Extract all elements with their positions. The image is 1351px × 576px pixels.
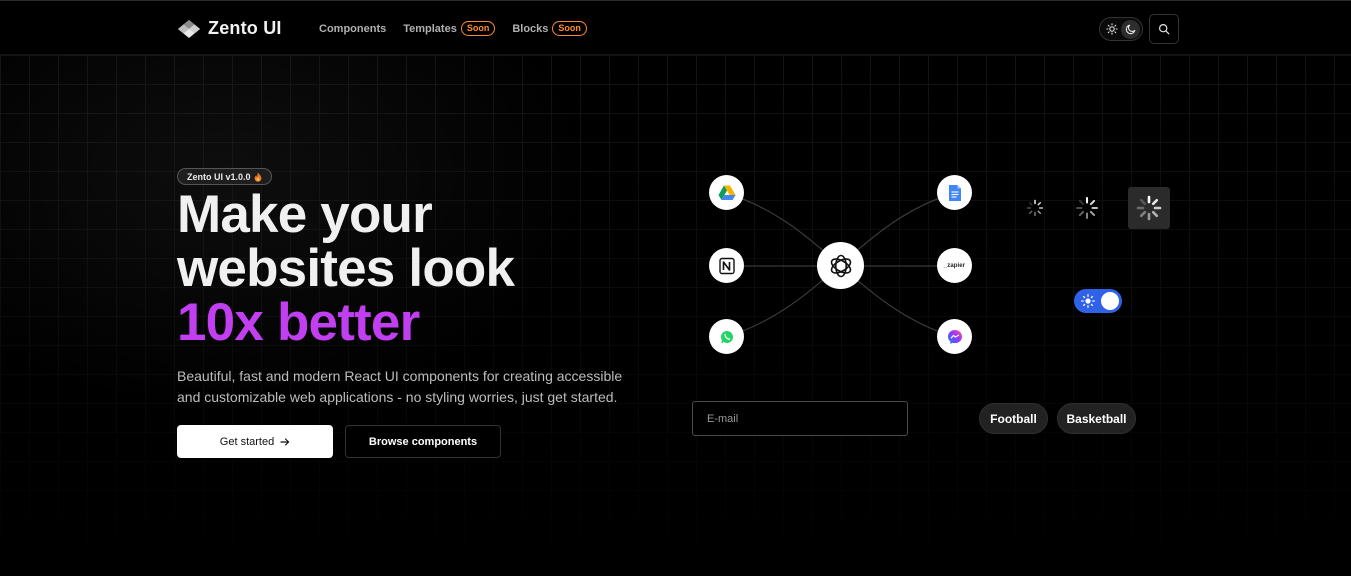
google-docs-icon [948, 184, 961, 201]
moon-icon [1125, 24, 1135, 35]
openai-icon [830, 254, 851, 277]
hero-title-line2: websites look [177, 239, 515, 298]
email-field[interactable] [692, 401, 908, 436]
version-label: Zento UI v1.0.0 [187, 171, 251, 182]
spinner-medium-icon [1076, 197, 1098, 219]
openai-node[interactable] [817, 242, 864, 289]
brand[interactable]: Zento UI [177, 18, 282, 39]
hero-title-accent: 10x better [177, 293, 420, 352]
messenger-icon [947, 329, 962, 344]
soon-badge: Soon [460, 21, 496, 36]
whatsapp-icon [720, 330, 733, 343]
nav-item-blocks[interactable]: Blocks Soon [512, 21, 587, 36]
zapier-icon: _zapier [943, 262, 966, 269]
soon-badge: Soon [552, 21, 587, 36]
nav-item-label: Blocks [512, 22, 549, 35]
hero-title: Make your websites look 10x better [177, 185, 515, 352]
top-navbar: Zento UI Components Templates Soon Block… [0, 0, 1351, 55]
sun-icon [1081, 294, 1095, 308]
spinner-small-icon [1026, 199, 1044, 217]
google-drive-icon [718, 185, 735, 200]
notion-node[interactable] [709, 248, 744, 283]
spinner-large-icon [1136, 195, 1162, 221]
brand-name: Zento UI [208, 18, 282, 38]
browse-components-button[interactable]: Browse components [345, 425, 501, 458]
hero-description: Beautiful, fast and modern React UI comp… [177, 368, 623, 405]
nav-item-label: Components [319, 22, 387, 35]
spinner-box [1128, 187, 1170, 229]
main-nav: Components Templates Soon Blocks Soon [319, 21, 587, 36]
chip-basketball[interactable]: Basketball [1057, 403, 1136, 434]
sun-icon [1105, 23, 1118, 35]
google-docs-node[interactable] [937, 175, 972, 210]
search-button[interactable] [1149, 14, 1179, 44]
nav-item-templates[interactable]: Templates Soon [403, 21, 496, 36]
theme-light-option[interactable] [1102, 20, 1121, 39]
nav-item-components[interactable]: Components [319, 23, 386, 35]
theme-dark-option[interactable] [1121, 19, 1140, 39]
search-icon [1158, 23, 1170, 35]
chip-football[interactable]: Football [979, 403, 1048, 434]
hero-title-line1: Make your [177, 185, 433, 244]
get-started-button[interactable]: Get started [177, 425, 333, 458]
theme-switch[interactable] [1074, 289, 1122, 313]
version-badge: Zento UI v1.0.0 [177, 168, 272, 185]
switch-knob [1101, 292, 1119, 310]
notion-icon [718, 257, 735, 274]
zento-logo-icon [178, 19, 200, 38]
arrow-right-icon [280, 437, 290, 446]
messenger-node[interactable] [937, 319, 972, 354]
zapier-node[interactable]: _zapier [937, 248, 972, 283]
browse-components-label: Browse components [368, 435, 478, 448]
google-drive-node[interactable] [709, 175, 744, 210]
whatsapp-node[interactable] [709, 319, 744, 354]
integrations-diagram: _zapier [700, 170, 985, 355]
theme-toggle[interactable] [1099, 17, 1143, 41]
nav-item-label: Templates [403, 22, 457, 35]
get-started-label: Get started [219, 435, 275, 448]
fire-icon [254, 172, 261, 182]
